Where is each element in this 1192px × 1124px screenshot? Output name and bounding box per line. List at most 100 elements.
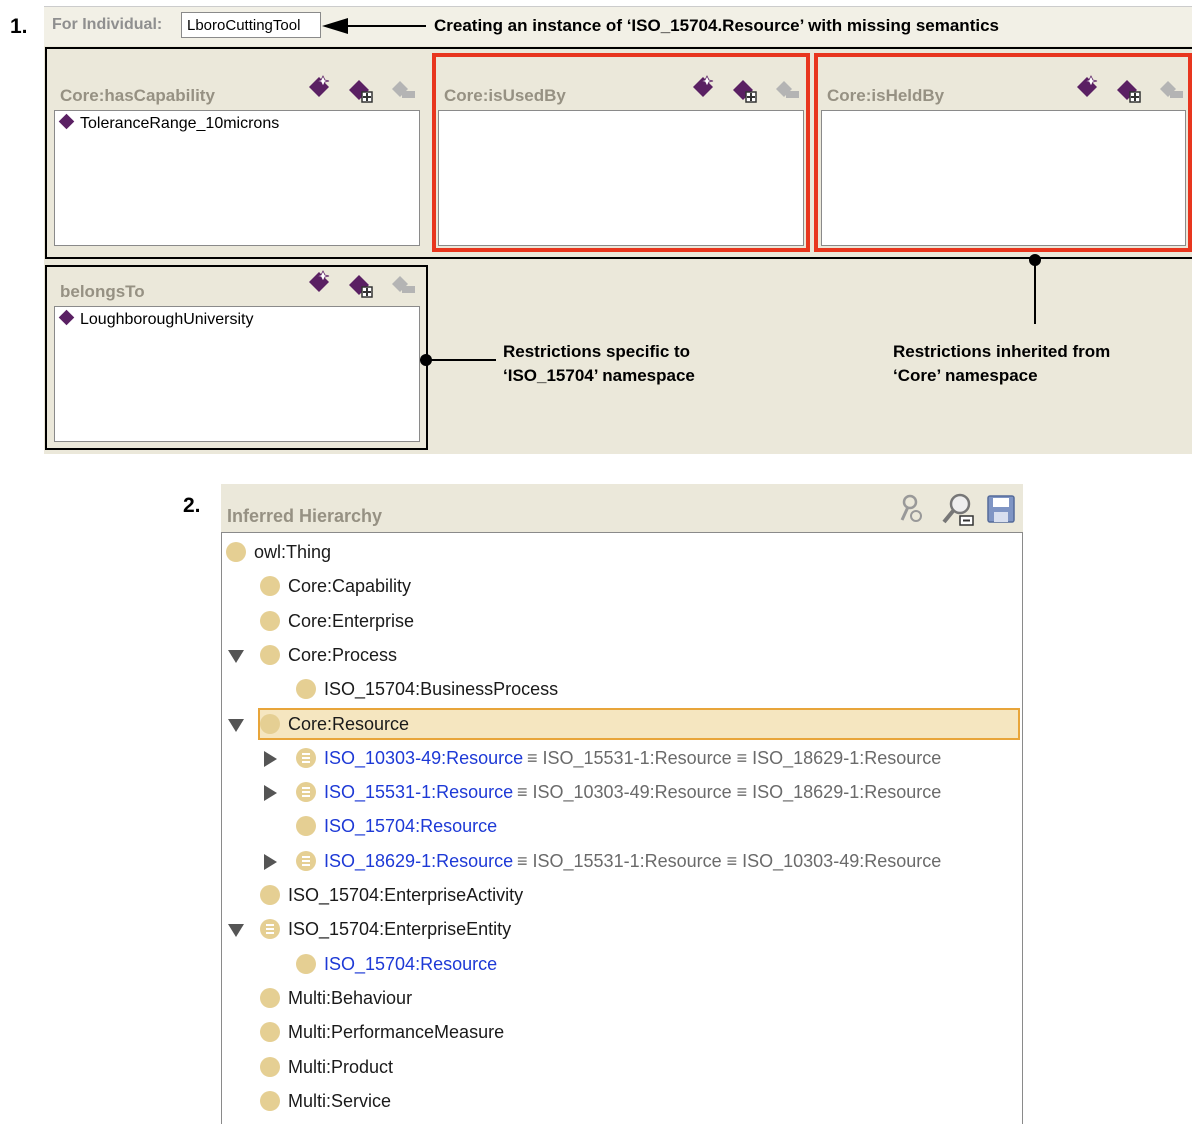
delete-icon[interactable] [390, 273, 416, 299]
class-icon [260, 644, 280, 665]
panel-list-hascapability[interactable]: ToleranceRange_10microns [54, 110, 420, 246]
connector-inherited [1029, 254, 1041, 324]
list-item-label: ToleranceRange_10microns [80, 115, 280, 132]
expand-triangle-icon[interactable] [264, 750, 277, 767]
tree-row[interactable]: Multi:PerformanceMeasure [222, 1016, 1022, 1048]
panel-title-isusedby: Core:isUsedBy [444, 86, 566, 105]
tree-node-label[interactable]: ISO_15704:EnterpriseEntity [288, 919, 511, 940]
section-number-1: 1. [10, 15, 28, 38]
add-new-icon[interactable] [1074, 74, 1100, 100]
tree-node-label[interactable]: Core:Enterprise [288, 611, 414, 632]
annotation-inherited-line2: ‘Core’ namespace [893, 366, 1038, 385]
add-existing-icon[interactable] [348, 273, 374, 299]
tree-node-label[interactable]: Core:Process [288, 645, 397, 666]
annotation-specific: Restrictions specific to ‘ISO_15704’ nam… [503, 340, 695, 388]
hierarchy-title: Inferred Hierarchy [227, 506, 383, 526]
class-icon [260, 576, 280, 597]
tree-node-label[interactable]: Core:Resource [288, 714, 409, 735]
annotation-inherited: Restrictions inherited from ‘Core’ names… [893, 340, 1110, 388]
tree-row[interactable]: ISO_10303-49:Resource ≡ ISO_15531-1:Reso… [222, 742, 1022, 774]
tree-node-label[interactable]: Multi:PerformanceMeasure [288, 1022, 504, 1043]
class-icon [260, 1056, 280, 1077]
collapse-triangle-icon[interactable] [228, 924, 244, 938]
annotation-arrow-left [322, 18, 426, 34]
class-icon [260, 610, 280, 631]
panel-title-belongsto: belongsTo [60, 282, 145, 301]
tree-row[interactable]: ISO_18629-1:Resource ≡ ISO_15531-1:Resou… [222, 845, 1022, 877]
list-item-label: LoughboroughUniversity [80, 311, 254, 328]
annotation-specific-line2: ‘ISO_15704’ namespace [503, 366, 695, 385]
tree-row[interactable]: ISO_15704:Resource [222, 810, 1022, 842]
panel-title-hascapability: Core:hasCapability [60, 86, 215, 105]
tree-node-label[interactable]: Multi:Service [288, 1091, 391, 1112]
tree-row[interactable]: Core:Process [222, 639, 1022, 671]
delete-icon[interactable] [1158, 78, 1184, 104]
delete-icon[interactable] [774, 78, 800, 104]
tree-node-label[interactable]: ISO_18629-1:Resource [324, 851, 513, 872]
equivalent-class-icon [296, 747, 316, 768]
tree-row[interactable]: owl:Thing [222, 536, 1022, 568]
tree-row[interactable]: Core:Resource [222, 707, 1022, 740]
hierarchy-tree[interactable]: owl:Thing Core:Capability Core:Enterprise C… [221, 532, 1023, 1124]
equivalent-classes-label: ≡ ISO_10303-49:Resource ≡ ISO_18629-1:Re… [517, 782, 942, 803]
tree-row[interactable]: Multi:Product [222, 1051, 1022, 1083]
tree-row[interactable]: ISO_15704:EnterpriseEntity [222, 913, 1022, 945]
class-icon [226, 542, 246, 562]
individual-name-field[interactable]: LboroCuttingTool [181, 12, 321, 38]
tree-row[interactable]: Core:Capability [222, 570, 1022, 602]
collapse-triangle-icon[interactable] [228, 718, 244, 732]
tree-row[interactable]: Multi:Service [222, 1085, 1022, 1117]
equivalent-classes-label: ≡ ISO_15531-1:Resource ≡ ISO_18629-1:Res… [527, 747, 942, 768]
add-new-icon[interactable] [306, 74, 332, 100]
list-item[interactable]: ToleranceRange_10microns [55, 113, 419, 133]
equivalent-class-icon [296, 782, 316, 803]
class-icon [260, 713, 280, 734]
collapse-triangle-icon[interactable] [228, 649, 244, 663]
add-existing-icon[interactable] [1116, 78, 1142, 104]
tree-node-label[interactable]: ISO_15704:Resource [324, 816, 497, 837]
search-icon[interactable] [940, 492, 976, 528]
class-icon [296, 816, 316, 837]
panel-title-isheldby: Core:isHeldBy [827, 86, 945, 105]
annotation-specific-line1: Restrictions specific to [503, 342, 691, 361]
panel-toolbar-isusedby [690, 74, 806, 104]
add-existing-icon[interactable] [348, 78, 374, 104]
tree-node-label[interactable]: Core:Capability [288, 576, 411, 597]
tree-node-label[interactable]: owl:Thing [254, 542, 331, 563]
tree-row[interactable]: Multi:Behaviour [222, 982, 1022, 1014]
add-existing-icon[interactable] [732, 78, 758, 104]
tree-node-label[interactable]: ISO_15704:EnterpriseActivity [288, 885, 523, 906]
tree-row[interactable]: ISO_15531-1:Resource ≡ ISO_10303-49:Reso… [222, 776, 1022, 808]
wrench-icon[interactable] [894, 492, 928, 526]
expand-triangle-icon[interactable] [264, 785, 277, 802]
tree-node-label[interactable]: Multi:Behaviour [288, 988, 412, 1009]
tree-row[interactable]: ISO_15704:BusinessProcess [222, 673, 1022, 705]
individual-diamond-icon [58, 113, 75, 130]
panel-list-belongsto[interactable]: LoughboroughUniversity [54, 306, 420, 442]
save-icon[interactable] [986, 494, 1016, 524]
tree-node-label[interactable]: ISO_15531-1:Resource [324, 782, 513, 803]
add-new-icon[interactable] [690, 74, 716, 100]
class-icon [260, 1090, 280, 1111]
section-number-2: 2. [183, 494, 201, 517]
panel-toolbar-isheldby [1074, 74, 1190, 104]
equivalent-classes-label: ≡ ISO_15531-1:Resource ≡ ISO_10303-49:Re… [517, 850, 942, 871]
tree-row[interactable]: Core:Enterprise [222, 605, 1022, 637]
expand-triangle-icon[interactable] [264, 853, 277, 870]
for-individual-label: For Individual: [52, 16, 163, 33]
list-item[interactable]: LoughboroughUniversity [55, 309, 419, 329]
tree-node-label[interactable]: ISO_15704:BusinessProcess [324, 679, 558, 700]
tree-row[interactable]: ISO_15704:Resource [222, 948, 1022, 980]
tree-node-label[interactable]: ISO_10303-49:Resource [324, 748, 523, 769]
add-new-icon[interactable] [306, 269, 332, 295]
class-icon [296, 679, 316, 700]
panel-toolbar-hascapability [306, 74, 422, 104]
tree-node-label[interactable]: ISO_15704:Resource [324, 954, 497, 975]
tree-node-label[interactable]: Multi:Product [288, 1057, 393, 1078]
tree-row[interactable]: ISO_15704:EnterpriseActivity [222, 879, 1022, 911]
panel-list-isheldby[interactable] [821, 110, 1186, 246]
delete-icon[interactable] [390, 78, 416, 104]
equivalent-class-icon [296, 850, 316, 871]
annotation-top: Creating an instance of ‘ISO_15704.Resou… [434, 16, 999, 35]
panel-list-isusedby[interactable] [438, 110, 804, 246]
